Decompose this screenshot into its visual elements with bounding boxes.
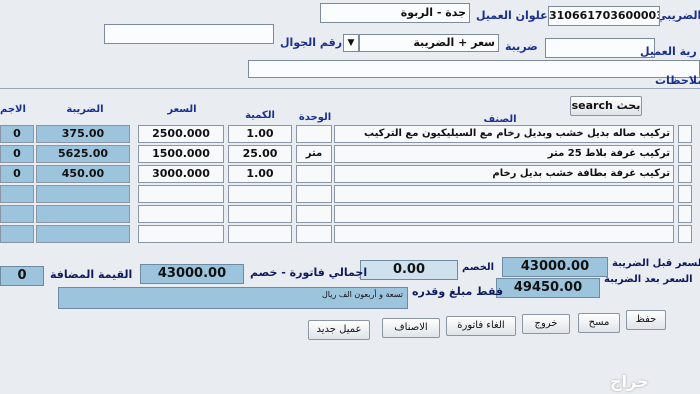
cell-qty[interactable]: [228, 205, 292, 223]
tax-type-label: ضريبة: [505, 40, 538, 53]
cell-item[interactable]: [334, 185, 674, 203]
col-header-total: الاجم: [0, 104, 26, 115]
cell-total[interactable]: 0: [0, 125, 34, 143]
before-tax-value: 43000.00: [502, 257, 608, 277]
customer-address-field[interactable]: جدة - الربوة: [320, 3, 470, 23]
cell-total[interactable]: [0, 205, 34, 223]
cell-tax[interactable]: 450.00: [36, 165, 130, 183]
col-header-price: السعر: [167, 104, 197, 115]
discount-label: الخصم: [462, 262, 495, 273]
row-selector[interactable]: [678, 145, 692, 163]
tax-number-label: الضريبي: [656, 9, 700, 22]
phone-field[interactable]: [104, 24, 274, 44]
col-header-item: الصنف: [483, 114, 517, 125]
row-selector[interactable]: [678, 205, 692, 223]
customer-name-field[interactable]: [545, 38, 655, 58]
cell-total[interactable]: 0: [0, 165, 34, 183]
cell-total[interactable]: [0, 225, 34, 243]
save-button[interactable]: حفظ: [626, 310, 666, 330]
exit-button[interactable]: خروج: [522, 314, 570, 334]
vat-label: القيمة المضافة: [50, 268, 133, 281]
notes-field[interactable]: [248, 60, 700, 78]
cell-unit[interactable]: [296, 185, 332, 203]
tax-type-dropdown-arrow[interactable]: ▼: [343, 34, 359, 52]
row-selector[interactable]: [678, 185, 692, 203]
cell-qty[interactable]: [228, 185, 292, 203]
cell-price[interactable]: [138, 185, 224, 203]
col-header-tax: الضريبة: [66, 104, 104, 115]
row-selector[interactable]: [678, 225, 692, 243]
discount-field[interactable]: 0.00: [360, 260, 458, 280]
cell-price[interactable]: [138, 225, 224, 243]
cell-unit[interactable]: متر: [296, 145, 332, 163]
amount-in-words-text: تسعة و أربعون الف ريال: [321, 290, 403, 299]
cell-unit[interactable]: [296, 165, 332, 183]
cell-qty[interactable]: 1.00: [228, 165, 292, 183]
net-total-value: 43000.00: [140, 264, 244, 284]
cell-price[interactable]: 2500.000: [138, 125, 224, 143]
cell-price[interactable]: 3000.000: [138, 165, 224, 183]
row-selector[interactable]: [678, 125, 692, 143]
cell-qty[interactable]: [228, 225, 292, 243]
col-header-qty: الكمية: [245, 110, 275, 121]
cell-qty[interactable]: 25.00: [228, 145, 292, 163]
notes-label: ملاحظات: [655, 74, 700, 87]
cell-unit[interactable]: [296, 125, 332, 143]
before-tax-label: السعر قبل الضريبة: [612, 258, 700, 269]
new-customer-button[interactable]: عميل جديد: [308, 320, 370, 340]
haraj-watermark: حراج: [610, 372, 649, 391]
clear-button[interactable]: مسح: [578, 313, 620, 333]
tax-number-field[interactable]: 310661703600003: [548, 6, 660, 26]
vat-value: 0: [0, 266, 44, 286]
cell-item[interactable]: تركيب غرفة بلاط 25 متر: [334, 145, 674, 163]
cell-item[interactable]: تركيب غرفة بطافة خشب بديل رخام: [334, 165, 674, 183]
col-header-unit: الوحدة: [298, 112, 332, 123]
tax-type-select[interactable]: سعر + الضريبة: [359, 34, 499, 52]
header-divider: [0, 88, 700, 89]
items-button[interactable]: الاصناف: [382, 318, 440, 338]
cell-unit[interactable]: [296, 205, 332, 223]
cell-item[interactable]: [334, 225, 674, 243]
cell-price[interactable]: [138, 205, 224, 223]
cell-tax[interactable]: 375.00: [36, 125, 130, 143]
amount-in-words-field: تسعة و أربعون الف ريال: [58, 287, 408, 309]
search-button[interactable]: بحث search: [570, 96, 642, 116]
phone-label: رقم الجوال: [280, 36, 343, 49]
cell-tax[interactable]: [36, 205, 130, 223]
after-tax-label: السعر بعد الضريبة: [604, 274, 693, 285]
cell-item[interactable]: تركيب صاله بديل خشب وبديل رخام مع السيلي…: [334, 125, 674, 143]
cancel-invoice-button[interactable]: الغاء فاتورة: [446, 316, 516, 336]
net-total-label: اجمالي فاتورة - خصم: [250, 266, 368, 279]
cell-tax[interactable]: 5625.00: [36, 145, 130, 163]
cell-price[interactable]: 1500.000: [138, 145, 224, 163]
customer-address-label: علوان العميل: [476, 9, 548, 22]
cell-qty[interactable]: 1.00: [228, 125, 292, 143]
cell-tax[interactable]: [36, 225, 130, 243]
cell-total[interactable]: 0: [0, 145, 34, 163]
customer-name-label: رية العميل: [640, 45, 697, 58]
cell-item[interactable]: [334, 205, 674, 223]
row-selector[interactable]: [678, 165, 692, 183]
cell-tax[interactable]: [36, 185, 130, 203]
cell-unit[interactable]: [296, 225, 332, 243]
amount-in-words-label: فقط مبلغ وقدره: [412, 285, 504, 298]
after-tax-value: 49450.00: [496, 278, 600, 298]
cell-total[interactable]: [0, 185, 34, 203]
